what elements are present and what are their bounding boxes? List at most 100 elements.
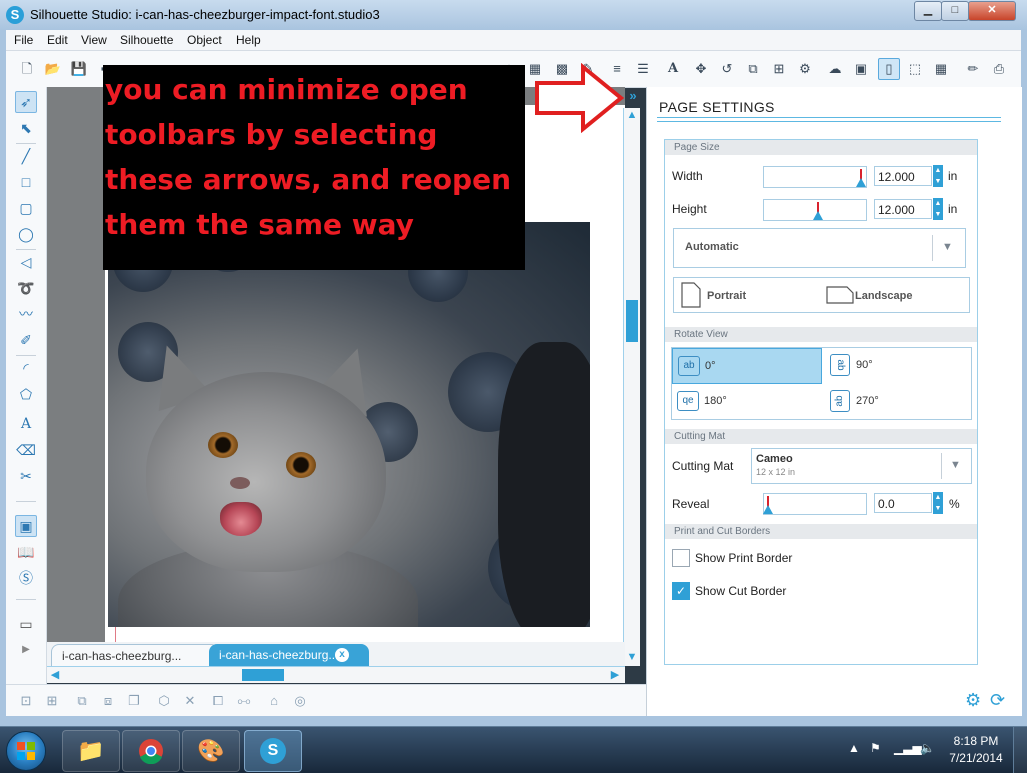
document-tab-active[interactable]: i-can-has-cheezburg... x xyxy=(209,644,369,666)
collapse-panel-arrows-icon[interactable]: » xyxy=(626,89,640,103)
menu-edit[interactable]: Edit xyxy=(47,33,68,47)
delete-icon[interactable]: ✕ xyxy=(180,691,200,711)
rotate-90-button[interactable]: ab 90° xyxy=(824,348,970,382)
rotate-0-button[interactable]: ab 0° xyxy=(672,348,822,384)
text-style-icon[interactable]: A xyxy=(662,58,684,80)
clock-time[interactable]: 8:18 PM xyxy=(948,734,1004,748)
select-tool-icon[interactable]: ➶ xyxy=(15,91,37,113)
page-settings-icon[interactable]: ▯ xyxy=(878,58,900,80)
height-input[interactable]: 12.000 xyxy=(874,199,932,219)
scale-icon[interactable]: ⧉ xyxy=(742,58,764,80)
group-icon[interactable]: ⊡ xyxy=(16,691,36,711)
expand-arrow-icon[interactable]: ▶ xyxy=(15,639,37,661)
freehand-tool-icon[interactable]: 〰 xyxy=(15,303,37,325)
show-cut-border-checkbox[interactable]: ✓ xyxy=(672,582,690,600)
slider-thumb[interactable] xyxy=(856,178,866,187)
text-tool-icon[interactable]: A xyxy=(15,413,37,435)
grid-settings-icon[interactable]: ▦ xyxy=(930,58,952,80)
design-page-icon[interactable]: ▣ xyxy=(15,515,37,537)
menu-file[interactable]: File xyxy=(14,33,33,47)
network-signal-icon[interactable]: ▁▃▅ xyxy=(894,741,922,755)
cutting-mat-dropdown[interactable]: Cameo 12 x 12 in ▼ xyxy=(751,448,972,484)
reveal-slider[interactable] xyxy=(763,493,867,515)
edit-points-icon[interactable]: ⬉ xyxy=(15,117,37,139)
send-backward-icon[interactable]: ⧟ xyxy=(234,691,254,711)
duplicate-icon[interactable]: ❐ xyxy=(124,691,144,711)
width-input[interactable]: 12.000 xyxy=(874,166,932,186)
ungroup-icon[interactable]: ⊞ xyxy=(42,691,62,711)
maximize-button[interactable]: □ xyxy=(941,1,969,21)
document-tab[interactable]: i-can-has-cheezburg... xyxy=(51,644,219,667)
open-file-icon[interactable]: 📂 xyxy=(42,58,64,80)
rotate-270-button[interactable]: ab 270° xyxy=(824,384,970,418)
rounded-rectangle-tool-icon[interactable]: ▢ xyxy=(15,197,37,219)
weld-icon[interactable]: ⬡ xyxy=(154,691,174,711)
reveal-input[interactable]: 0.0 xyxy=(874,493,932,513)
scroll-down-arrow-icon[interactable]: ▼ xyxy=(624,651,640,663)
save-icon[interactable]: 💾 xyxy=(68,58,90,80)
action-center-flag-icon[interactable]: ⚑ xyxy=(870,741,881,755)
polygon-tool-icon[interactable]: ◁ xyxy=(15,251,37,273)
width-slider[interactable] xyxy=(763,166,867,188)
rectangle-tool-icon[interactable]: □ xyxy=(15,171,37,193)
regular-polygon-tool-icon[interactable]: ⬠ xyxy=(15,383,37,405)
cut-settings-icon[interactable]: ⬚ xyxy=(904,58,926,80)
slider-thumb[interactable] xyxy=(763,505,773,514)
scroll-right-arrow-icon[interactable]: ▶ xyxy=(607,668,623,681)
smooth-freehand-tool-icon[interactable]: ✐ xyxy=(15,329,37,351)
make-compound-icon[interactable]: ⧉ xyxy=(72,691,92,711)
width-spinner[interactable]: ▲ ▼ xyxy=(933,165,943,187)
close-button[interactable]: ✕ xyxy=(968,1,1016,21)
show-desktop-button[interactable] xyxy=(1013,727,1027,773)
line-weight-icon[interactable]: ☰ xyxy=(632,58,654,80)
reveal-spinner[interactable]: ▲ ▼ xyxy=(933,492,943,514)
rotate-180-button[interactable]: qe 180° xyxy=(672,384,820,418)
curve-tool-icon[interactable]: ➰ xyxy=(15,277,37,299)
horizontal-scroll-thumb[interactable] xyxy=(242,669,284,681)
landscape-button[interactable]: Landscape xyxy=(822,278,968,312)
store-icon[interactable]: ▣ xyxy=(850,58,872,80)
release-compound-icon[interactable]: ⧈ xyxy=(98,691,118,711)
gear-icon[interactable]: ⚙ xyxy=(965,690,981,711)
scroll-left-arrow-icon[interactable]: ◀ xyxy=(47,668,63,681)
knife-tool-icon[interactable]: ✂ xyxy=(15,465,37,487)
move-icon[interactable]: ⊞ xyxy=(768,58,790,80)
tab-close-icon[interactable]: x xyxy=(335,648,349,662)
menu-object[interactable]: Object xyxy=(187,33,222,47)
chrome-taskbar-button[interactable] xyxy=(122,730,180,772)
new-file-icon[interactable]: 🗋 xyxy=(16,58,38,80)
menu-view[interactable]: View xyxy=(81,33,107,47)
tray-expand-icon[interactable]: ▲ xyxy=(848,741,860,755)
clock-date[interactable]: 7/21/2014 xyxy=(944,751,1008,765)
trace-icon[interactable]: ⌂ xyxy=(264,691,284,711)
volume-icon[interactable]: 🔈 xyxy=(920,741,935,755)
explorer-taskbar-button[interactable]: 📁 xyxy=(62,730,120,772)
cat-photo[interactable] xyxy=(108,222,590,627)
slider-thumb[interactable] xyxy=(813,211,823,220)
start-button[interactable] xyxy=(6,731,46,771)
show-print-border-checkbox[interactable] xyxy=(672,549,690,567)
menu-silhouette[interactable]: Silhouette xyxy=(120,33,173,47)
height-slider[interactable] xyxy=(763,199,867,221)
replicate-icon[interactable]: ⚙ xyxy=(794,58,816,80)
page-size-dropdown[interactable]: Automatic ▼ xyxy=(673,228,966,268)
bring-forward-icon[interactable]: ⧠ xyxy=(208,691,228,711)
menu-help[interactable]: Help xyxy=(236,33,261,47)
library-book-icon[interactable]: 📖 xyxy=(15,541,37,563)
sync-icon[interactable]: ⟳ xyxy=(990,690,1005,711)
window-panel-icon[interactable]: ▭ xyxy=(15,613,37,635)
horizontal-scrollbar[interactable]: ◀ ▶ xyxy=(47,666,625,683)
ellipse-tool-icon[interactable]: ◯ xyxy=(15,223,37,245)
library-icon[interactable]: ☁ xyxy=(824,58,846,80)
silhouette-store-icon[interactable]: Ⓢ xyxy=(15,567,37,589)
arc-tool-icon[interactable]: ◜ xyxy=(15,357,37,379)
vertical-scrollbar[interactable]: ▲ ▼ xyxy=(623,108,640,666)
minimize-button[interactable]: ▁ xyxy=(914,1,942,21)
eraser-tool-icon[interactable]: ⌫ xyxy=(15,439,37,461)
offset-icon[interactable]: ◎ xyxy=(290,691,310,711)
vertical-scroll-thumb[interactable] xyxy=(626,300,638,342)
send-to-silhouette-icon[interactable]: ⎙ xyxy=(988,58,1010,80)
portrait-button[interactable]: Portrait xyxy=(674,278,820,312)
line-tool-icon[interactable]: ╱ xyxy=(15,145,37,167)
scroll-up-arrow-icon[interactable]: ▲ xyxy=(624,109,640,121)
